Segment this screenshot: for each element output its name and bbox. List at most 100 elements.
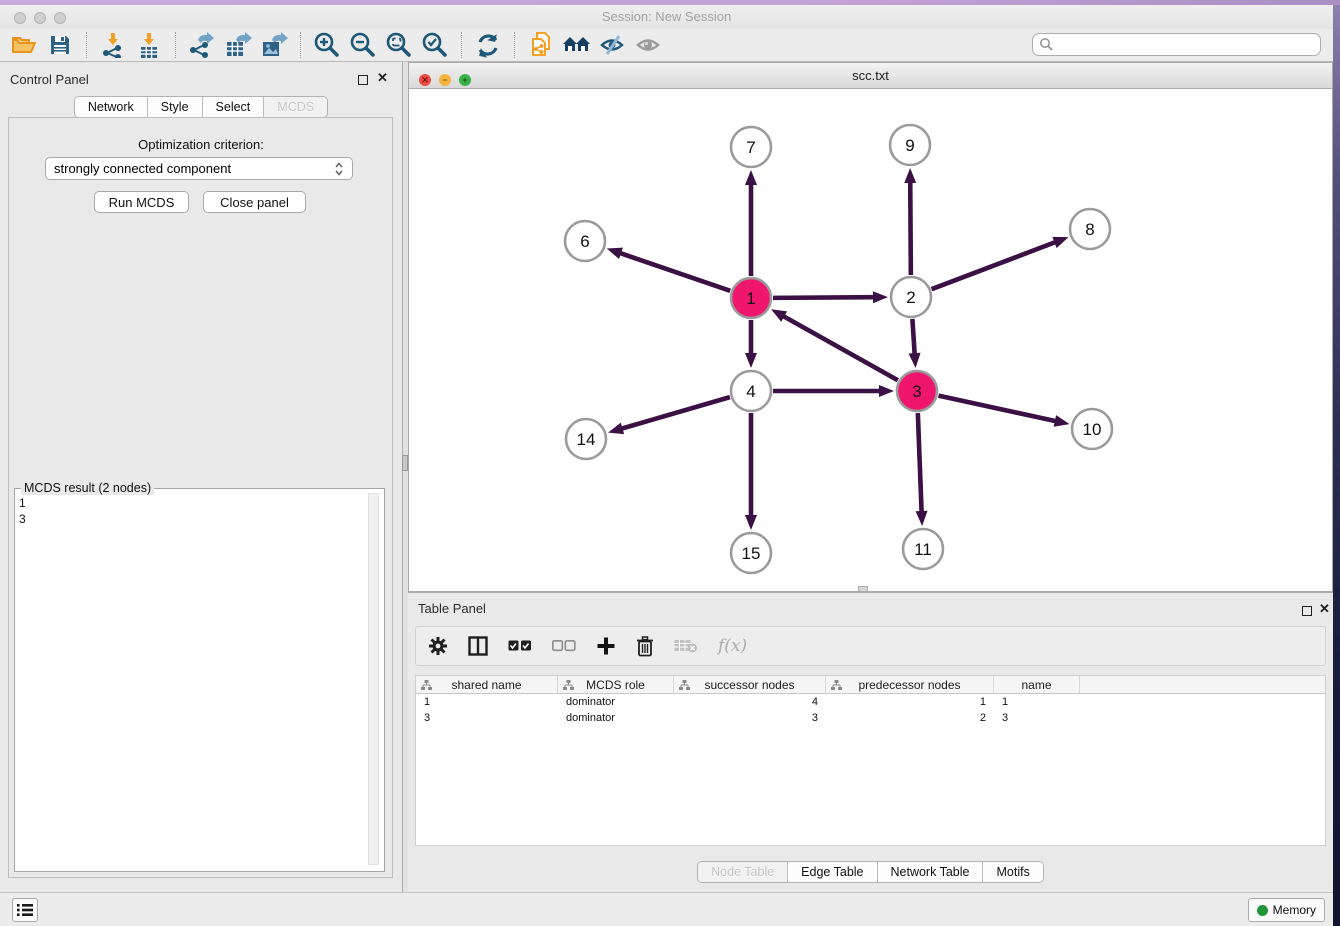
tab-style[interactable]: Style xyxy=(148,97,203,117)
unselect-all-button[interactable] xyxy=(552,631,576,661)
table-cell[interactable]: 3 xyxy=(674,710,826,726)
column-header-shared-name[interactable]: shared name xyxy=(416,676,558,693)
zoom-selected-icon xyxy=(421,31,449,59)
search-box[interactable] xyxy=(1032,33,1321,56)
create-column-button[interactable] xyxy=(596,631,616,661)
table-cell[interactable]: 2 xyxy=(826,710,994,726)
table-cell[interactable]: 1 xyxy=(826,694,994,710)
import-network-button[interactable] xyxy=(95,30,131,60)
result-scrollbar[interactable] xyxy=(368,493,379,865)
hide-graphics-details-button[interactable] xyxy=(595,30,631,60)
select-all-button[interactable] xyxy=(508,631,532,661)
function-builder-button[interactable]: f(x) xyxy=(718,631,747,661)
tab-motifs[interactable]: Motifs xyxy=(983,862,1042,882)
mcds-result-text[interactable]: 1 3 xyxy=(19,495,26,527)
close-mcds-panel-button[interactable]: Close panel xyxy=(203,191,306,213)
criterion-dropdown[interactable]: strongly connected component xyxy=(45,157,353,180)
float-table-panel-button[interactable] xyxy=(1302,603,1312,621)
edge-2-8[interactable] xyxy=(932,237,1069,289)
close-network-button[interactable]: ✕ xyxy=(419,74,431,86)
network-canvas[interactable]: 1 2 3 4 6 7 8 9 10 11 14 15 xyxy=(409,89,1332,591)
zoom-selected-button[interactable] xyxy=(417,30,453,60)
network-window-titlebar: ✕−+ scc.txt xyxy=(409,63,1332,89)
graph-node-10[interactable]: 10 xyxy=(1072,409,1112,449)
graph-node-7[interactable]: 7 xyxy=(731,127,771,167)
table-row[interactable]: 3dominator323 xyxy=(416,710,1325,726)
graph-node-9[interactable]: 9 xyxy=(890,125,930,165)
close-window-button[interactable] xyxy=(14,12,26,24)
minimize-network-button[interactable]: − xyxy=(439,74,451,86)
graph-node-15[interactable]: 15 xyxy=(731,533,771,573)
edge-1-2[interactable] xyxy=(773,291,888,303)
refresh-layout-button[interactable] xyxy=(470,30,506,60)
close-panel-button[interactable]: ✕ xyxy=(377,70,388,86)
zoom-in-button[interactable] xyxy=(309,30,345,60)
export-network-button[interactable] xyxy=(184,30,220,60)
float-panel-button[interactable] xyxy=(358,72,368,90)
graph-node-3[interactable]: 3 xyxy=(897,371,937,411)
column-header-name[interactable]: name xyxy=(994,676,1080,693)
run-mcds-button[interactable]: Run MCDS xyxy=(94,191,189,213)
memory-button[interactable]: Memory xyxy=(1248,898,1325,922)
graph-node-8[interactable]: 8 xyxy=(1070,209,1110,249)
export-table-button[interactable] xyxy=(220,30,256,60)
edge-3-11[interactable] xyxy=(916,413,928,526)
home-button[interactable] xyxy=(559,30,595,60)
show-graphics-details-button[interactable] xyxy=(631,30,667,60)
minimize-window-button[interactable] xyxy=(34,12,46,24)
table-cell[interactable]: 1 xyxy=(416,694,558,710)
table-cell[interactable]: 3 xyxy=(994,710,1080,726)
column-header-successor-nodes[interactable]: successor nodes xyxy=(674,676,826,693)
edge-4-14[interactable] xyxy=(608,397,730,434)
table-cell[interactable]: dominator xyxy=(558,694,674,710)
table-settings-button[interactable] xyxy=(428,631,448,661)
column-header-MCDS-role[interactable]: MCDS role xyxy=(558,676,674,693)
export-image-button[interactable] xyxy=(256,30,292,60)
column-browser-button[interactable] xyxy=(468,631,488,661)
delete-table-icon xyxy=(674,639,698,654)
tab-node-table[interactable]: Node Table xyxy=(698,862,788,882)
table-cell[interactable]: 3 xyxy=(416,710,558,726)
graph-node-6[interactable]: 6 xyxy=(565,221,605,261)
graph-node-2[interactable]: 2 xyxy=(891,277,931,317)
delete-column-button[interactable] xyxy=(636,631,654,661)
tab-mcds[interactable]: MCDS xyxy=(264,97,327,117)
float-icon xyxy=(1302,606,1312,616)
graph-node-14[interactable]: 14 xyxy=(566,419,606,459)
maximize-window-button[interactable] xyxy=(54,12,66,24)
node-label: 10 xyxy=(1083,420,1102,439)
edge-4-15[interactable] xyxy=(745,413,757,530)
tab-network-table[interactable]: Network Table xyxy=(878,862,984,882)
edge-1-7[interactable] xyxy=(745,170,757,276)
zoom-fit-button[interactable] xyxy=(381,30,417,60)
table-row[interactable]: 1dominator411 xyxy=(416,694,1325,710)
delete-table-button[interactable] xyxy=(674,631,698,661)
task-history-button[interactable] xyxy=(12,898,38,922)
edge-1-4[interactable] xyxy=(745,320,757,368)
graph-node-11[interactable]: 11 xyxy=(903,529,943,569)
save-session-button[interactable] xyxy=(42,30,78,60)
edge-1-6[interactable] xyxy=(607,248,730,291)
column-header-predecessor-nodes[interactable]: predecessor nodes xyxy=(826,676,994,693)
edge-4-3[interactable] xyxy=(773,385,894,397)
edge-2-3[interactable] xyxy=(909,319,921,368)
edge-3-1[interactable] xyxy=(771,309,898,380)
zoom-out-button[interactable] xyxy=(345,30,381,60)
graph-node-1[interactable]: 1 xyxy=(731,278,771,318)
edge-3-10[interactable] xyxy=(938,396,1069,427)
copy-current-network-button[interactable] xyxy=(523,30,559,60)
tab-select[interactable]: Select xyxy=(203,97,265,117)
close-table-panel-button[interactable]: ✕ xyxy=(1319,601,1330,617)
edge-2-9[interactable] xyxy=(904,168,916,275)
graph-node-4[interactable]: 4 xyxy=(731,371,771,411)
tab-edge-table[interactable]: Edge Table xyxy=(788,862,877,882)
table-cell[interactable]: 1 xyxy=(994,694,1080,710)
import-table-button[interactable] xyxy=(131,30,167,60)
zoom-network-button[interactable]: + xyxy=(459,74,471,86)
search-input[interactable] xyxy=(1054,35,1320,54)
table-cell[interactable]: dominator xyxy=(558,710,674,726)
open-session-button[interactable] xyxy=(6,30,42,60)
tab-network[interactable]: Network xyxy=(75,97,148,117)
gear-icon xyxy=(428,636,448,656)
table-cell[interactable]: 4 xyxy=(674,694,826,710)
